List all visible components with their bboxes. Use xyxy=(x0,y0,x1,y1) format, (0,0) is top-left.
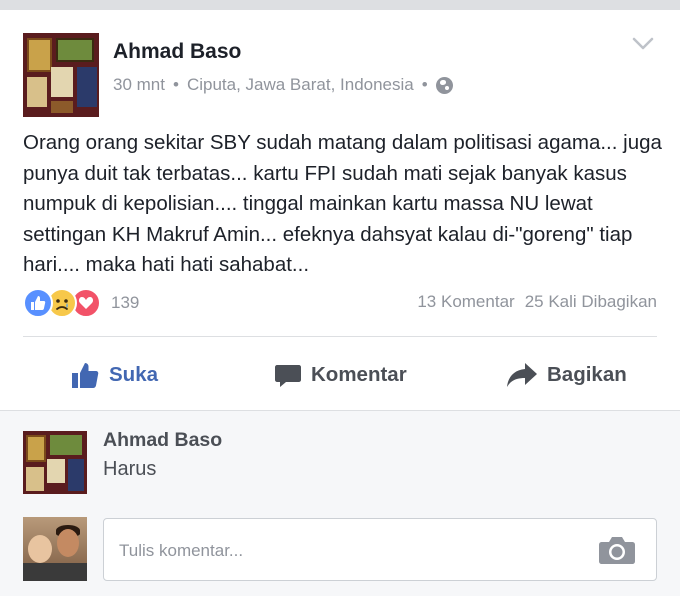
comment-bubble-icon xyxy=(275,365,301,387)
thumbs-up-icon xyxy=(72,363,99,388)
post-location[interactable]: Ciputa, Jawa Barat, Indonesia xyxy=(187,75,414,95)
comment-input[interactable]: Tulis komentar... xyxy=(103,518,657,581)
comment-count[interactable]: 13 Komentar xyxy=(417,292,514,312)
post-body-text: Orang orang sekitar SBY sudah matang dal… xyxy=(23,131,662,276)
current-user-avatar xyxy=(23,517,87,581)
meta-separator: • xyxy=(172,75,179,94)
comment-text: Harus xyxy=(103,458,157,480)
share-label: Bagikan xyxy=(547,363,627,386)
camera-icon[interactable] xyxy=(598,535,636,565)
comments-section: Ahmad Baso Harus Tulis komentar... xyxy=(0,410,680,596)
divider xyxy=(23,336,657,337)
like-reaction-icon xyxy=(23,288,53,318)
post-author-name[interactable]: Ahmad Baso xyxy=(113,40,241,64)
share-button[interactable]: Bagikan xyxy=(506,360,627,390)
top-separator xyxy=(0,0,680,10)
comment-input-placeholder: Tulis komentar... xyxy=(119,541,244,560)
author-avatar[interactable] xyxy=(23,33,99,117)
reactions-summary[interactable]: 139 xyxy=(23,288,139,318)
comment-button[interactable]: Komentar xyxy=(274,360,407,390)
share-arrow-icon xyxy=(507,363,537,387)
post-meta: 30 mnt • Ciputa, Jawa Barat, Indonesia • xyxy=(113,75,453,95)
post-card: Ahmad Baso 30 mnt • Ciputa, Jawa Barat, … xyxy=(0,10,680,410)
like-button[interactable]: Suka xyxy=(70,360,158,390)
comment-author-name[interactable]: Ahmad Baso xyxy=(103,429,222,452)
post-stats: 13 Komentar 25 Kali Dibagikan xyxy=(417,292,657,312)
meta-separator: • xyxy=(421,75,428,94)
comment-label: Komentar xyxy=(311,363,407,386)
commenter-avatar[interactable] xyxy=(23,431,87,494)
post-time[interactable]: 30 mnt xyxy=(113,75,165,95)
globe-icon xyxy=(435,76,453,94)
reaction-count: 139 xyxy=(111,293,140,312)
chevron-down-icon[interactable] xyxy=(632,37,654,51)
like-label: Suka xyxy=(109,363,158,386)
share-count[interactable]: 25 Kali Dibagikan xyxy=(525,292,657,312)
